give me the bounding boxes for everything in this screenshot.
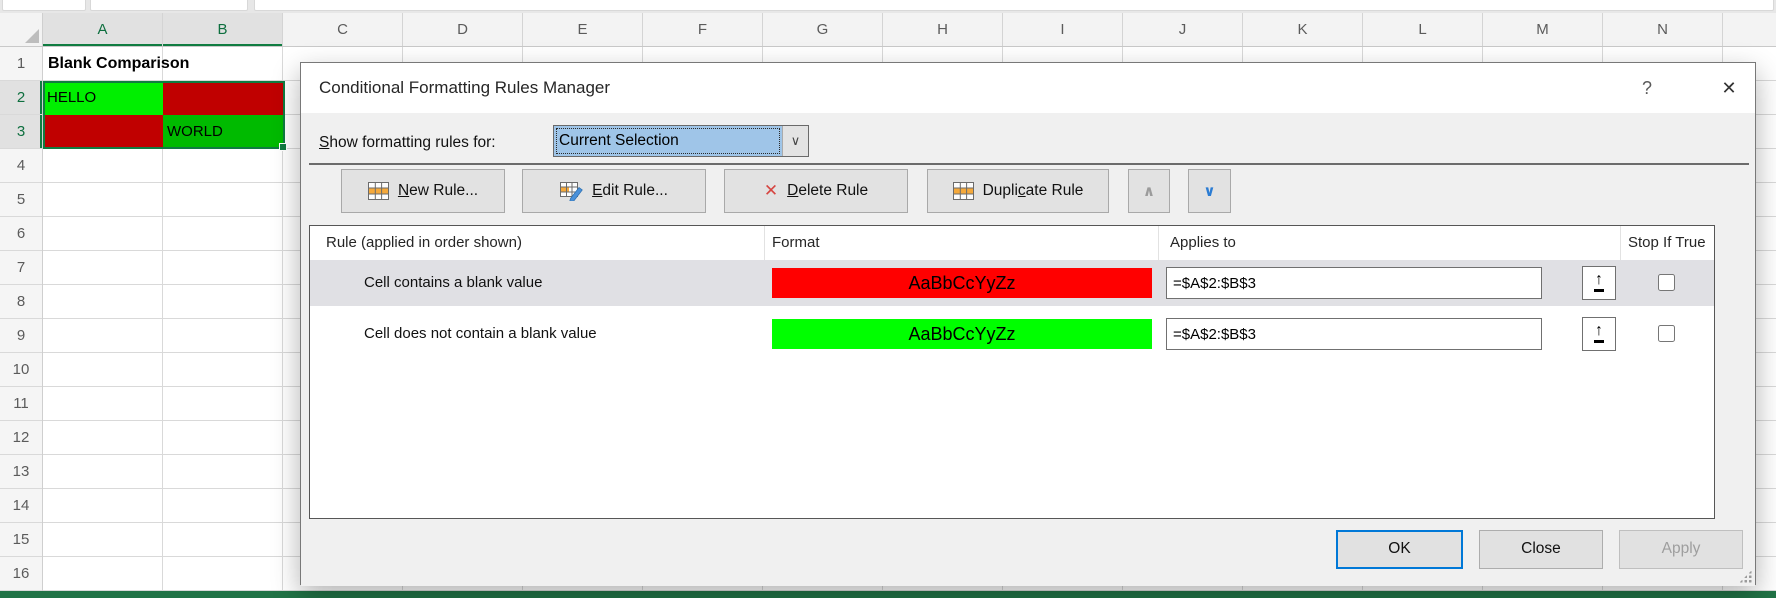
- formula-bar-strip: [0, 0, 1776, 13]
- col-header-k[interactable]: K: [1243, 13, 1363, 46]
- row-header-2[interactable]: 2: [0, 81, 42, 115]
- fx-box[interactable]: [90, 0, 248, 11]
- rule-description: Cell does not contain a blank value: [364, 311, 597, 357]
- header-format: Format: [772, 226, 820, 260]
- cell-b2[interactable]: [163, 81, 283, 115]
- row-header-15[interactable]: 15: [0, 523, 42, 557]
- cell-b3[interactable]: WORLD: [163, 115, 283, 149]
- dialog-title: Conditional Formatting Rules Manager: [319, 63, 610, 113]
- duplicate-rule-label: Duplicate Rule: [983, 182, 1084, 200]
- rule-row-not-blank[interactable]: Cell does not contain a blank value AaBb…: [310, 311, 1714, 357]
- row-header-16[interactable]: 16: [0, 557, 42, 591]
- header-rule: Rule (applied in order shown): [326, 226, 522, 260]
- select-all-corner[interactable]: [0, 13, 43, 46]
- row-header-1[interactable]: 1: [0, 47, 42, 81]
- col-header-i[interactable]: I: [1003, 13, 1123, 46]
- row-header-4[interactable]: 4: [0, 149, 42, 183]
- col-header-b[interactable]: B: [163, 13, 283, 46]
- col-header-n[interactable]: N: [1603, 13, 1723, 46]
- table-grid-icon: [953, 182, 974, 200]
- dialog-titlebar[interactable]: Conditional Formatting Rules Manager ? ✕: [301, 63, 1755, 113]
- col-header-a[interactable]: A: [43, 13, 163, 46]
- formula-input[interactable]: [254, 0, 1774, 11]
- collapse-dialog-button[interactable]: ↑: [1582, 317, 1616, 351]
- col-header-f[interactable]: F: [643, 13, 763, 46]
- status-bar: [0, 591, 1776, 598]
- row-header-14[interactable]: 14: [0, 489, 42, 523]
- show-rules-label: Show formatting rules for:: [319, 134, 496, 152]
- cell-a1-title[interactable]: Blank Comparison: [44, 47, 284, 81]
- table-pencil-icon: [560, 182, 583, 201]
- format-preview-swatch: AaBbCcYyZz: [772, 319, 1152, 349]
- row-header-7[interactable]: 7: [0, 251, 42, 285]
- ok-button[interactable]: OK: [1336, 530, 1463, 569]
- col-header-c[interactable]: C: [283, 13, 403, 46]
- name-box[interactable]: [2, 0, 86, 11]
- edit-rule-button[interactable]: Edit Rule...: [522, 169, 706, 213]
- close-icon[interactable]: ✕: [1703, 63, 1755, 113]
- row-header-6[interactable]: 6: [0, 217, 42, 251]
- new-rule-button[interactable]: New Rule...: [341, 169, 505, 213]
- row-header-3[interactable]: 3: [0, 115, 42, 149]
- row-header-12[interactable]: 12: [0, 421, 42, 455]
- duplicate-rule-button[interactable]: Duplicate Rule: [927, 169, 1109, 213]
- rule-row-blank[interactable]: Cell contains a blank value AaBbCcYyZz ↑: [310, 260, 1714, 306]
- col-header-l[interactable]: L: [1363, 13, 1483, 46]
- row-header-9[interactable]: 9: [0, 319, 42, 353]
- resize-grip[interactable]: [1739, 570, 1752, 583]
- collapse-arrow-icon: ↑: [1594, 271, 1604, 292]
- cell-a2[interactable]: HELLO: [43, 81, 163, 115]
- move-rule-up-button[interactable]: ∧: [1128, 169, 1170, 213]
- row-header-11[interactable]: 11: [0, 387, 42, 421]
- column-headers: A B C D E F G H I J K L M N: [0, 13, 1776, 47]
- header-separator: [764, 226, 765, 260]
- move-rule-down-button[interactable]: ∨: [1188, 169, 1231, 213]
- rules-table-header: Rule (applied in order shown) Format App…: [310, 226, 1714, 260]
- row-header-10[interactable]: 10: [0, 353, 42, 387]
- col-header-h[interactable]: H: [883, 13, 1003, 46]
- col-header-d[interactable]: D: [403, 13, 523, 46]
- applies-to-input[interactable]: [1166, 318, 1542, 350]
- chevron-down-icon: ∨: [1203, 182, 1215, 200]
- conditional-formatting-dialog: Conditional Formatting Rules Manager ? ✕…: [300, 62, 1756, 585]
- fill-handle[interactable]: [279, 143, 287, 151]
- edit-rule-label: Edit Rule...: [592, 182, 668, 200]
- help-icon[interactable]: ?: [1623, 63, 1671, 113]
- collapse-arrow-icon: ↑: [1594, 322, 1604, 343]
- rules-table: Rule (applied in order shown) Format App…: [309, 225, 1715, 519]
- header-separator: [1620, 226, 1621, 260]
- header-applies-to: Applies to: [1170, 226, 1236, 260]
- close-button[interactable]: Close: [1479, 530, 1603, 569]
- header-stop-if-true: Stop If True: [1628, 226, 1706, 260]
- scope-combobox[interactable]: Current Selection ∨: [553, 125, 809, 157]
- cell-a3[interactable]: [43, 115, 163, 149]
- toolbar-divider: [309, 163, 1749, 165]
- apply-button[interactable]: Apply: [1619, 530, 1743, 569]
- table-grid-icon: [368, 182, 389, 200]
- row-header-8[interactable]: 8: [0, 285, 42, 319]
- red-x-icon: ✕: [764, 181, 778, 201]
- applies-to-input[interactable]: [1166, 267, 1542, 299]
- scope-combobox-value: Current Selection: [554, 126, 782, 156]
- chevron-down-icon[interactable]: ∨: [782, 126, 808, 156]
- new-rule-label: New Rule...: [398, 182, 478, 200]
- col-header-e[interactable]: E: [523, 13, 643, 46]
- col-header-j[interactable]: J: [1123, 13, 1243, 46]
- chevron-up-icon: ∧: [1143, 182, 1155, 200]
- collapse-dialog-button[interactable]: ↑: [1582, 266, 1616, 300]
- format-preview-swatch: AaBbCcYyZz: [772, 268, 1152, 298]
- excel-window: A B C D E F G H I J K L M N 1 2 3 4 5 6 …: [0, 0, 1776, 598]
- rule-description: Cell contains a blank value: [364, 260, 542, 306]
- row-header-5[interactable]: 5: [0, 183, 42, 217]
- col-header-m[interactable]: M: [1483, 13, 1603, 46]
- delete-rule-label: Delete Rule: [787, 182, 868, 200]
- dialog-body: Show formatting rules for: Current Selec…: [301, 113, 1755, 586]
- stop-if-true-checkbox[interactable]: [1658, 274, 1675, 291]
- delete-rule-button[interactable]: ✕ Delete Rule: [724, 169, 908, 213]
- row-header-13[interactable]: 13: [0, 455, 42, 489]
- row-headers: 1 2 3 4 5 6 7 8 9 10 11 12 13 14 15 16: [0, 47, 43, 598]
- stop-if-true-checkbox[interactable]: [1658, 325, 1675, 342]
- header-separator: [1158, 226, 1159, 260]
- col-header-g[interactable]: G: [763, 13, 883, 46]
